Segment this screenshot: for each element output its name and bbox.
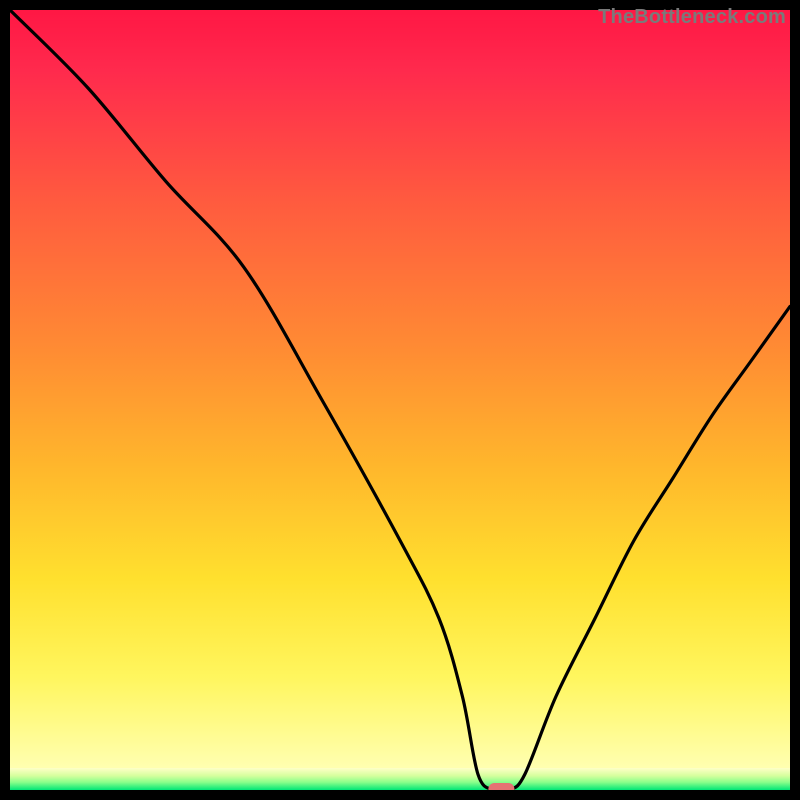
- plot-area: [10, 10, 790, 790]
- optimal-marker: [488, 783, 514, 790]
- gradient-background: [10, 10, 790, 768]
- chart-svg: [10, 10, 790, 790]
- watermark-text: TheBottleneck.com: [598, 6, 786, 29]
- green-band: [10, 768, 790, 790]
- chart-frame: TheBottleneck.com: [0, 0, 800, 800]
